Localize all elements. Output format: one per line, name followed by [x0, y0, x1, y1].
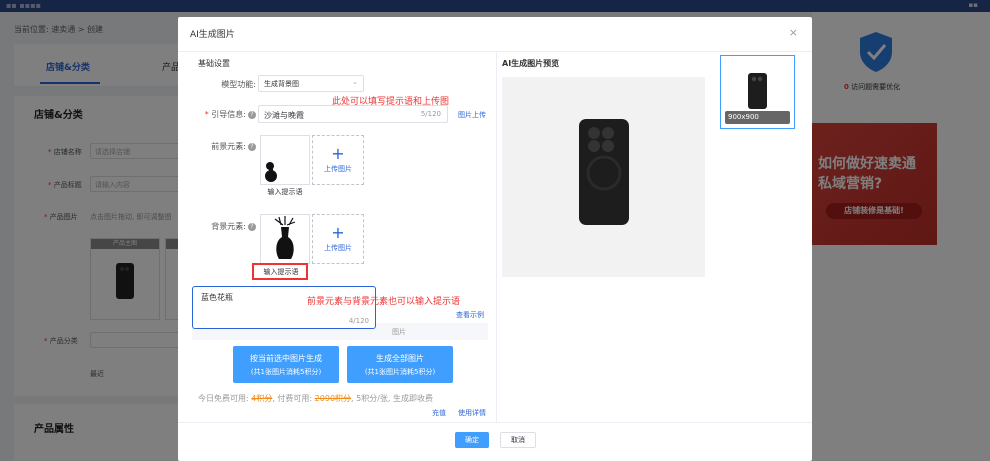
help-icon: ?	[248, 110, 256, 119]
prompt-strip-text: 图片	[392, 328, 406, 336]
guide-char-count: 5/120	[420, 110, 441, 118]
foreground-prompt-link[interactable]: 输入提示语	[260, 187, 310, 197]
prompt-char-count: 4/120	[348, 317, 369, 325]
prompt-textarea[interactable]: 蓝色花瓶 4/120	[192, 286, 376, 329]
preview-area	[502, 77, 705, 277]
background-element-image[interactable]	[260, 214, 310, 264]
chevron-down-icon: ⌄	[352, 78, 358, 86]
dog-figure-image	[265, 162, 277, 182]
help-icon: ?	[248, 142, 256, 151]
model-function-select[interactable]: 生成背景图 ⌄	[258, 75, 364, 92]
header-divider	[178, 51, 812, 52]
footer-divider	[178, 422, 812, 423]
prompt-textarea-value: 蓝色花瓶	[201, 293, 233, 302]
background-upload-label: 上传图片	[324, 244, 352, 252]
view-example-link[interactable]: 查看示例	[456, 310, 484, 320]
help-icon: ?	[248, 222, 256, 231]
guide-input[interactable]: 沙滩与晚霞 5/120	[258, 105, 448, 123]
usage-details-link[interactable]: 使用详情	[458, 408, 486, 418]
modal-title: AI生成图片	[190, 30, 235, 40]
foreground-label: 前景元素:?	[192, 141, 256, 152]
guide-label: * 引导信息:?	[192, 109, 256, 120]
thumbnail-size-badge: 900x900	[725, 111, 790, 124]
model-function-value: 生成背景图	[264, 80, 299, 88]
plus-icon: +	[331, 144, 345, 163]
preview-title: AI生成图片预览	[502, 59, 560, 68]
vase-image	[274, 216, 296, 259]
quota-info: 今日免费可用: 4积分, 付费可用: 2090积分, 5积分/张, 生成即收费	[198, 394, 433, 403]
background-upload-button[interactable]: + 上传图片	[312, 214, 364, 264]
close-icon[interactable]: ×	[789, 26, 798, 39]
background-element-label: 背景元素:?	[192, 221, 256, 232]
basic-settings-title: 基础设置	[198, 59, 230, 68]
foreground-image[interactable]	[260, 135, 310, 185]
generate-all-button[interactable]: 生成全部图片 (共1张图片消耗5积分)	[347, 346, 453, 383]
foreground-upload-button[interactable]: + 上传图片	[312, 135, 364, 185]
generated-thumbnail[interactable]: 900x900	[720, 55, 795, 129]
model-function-label: 模型功能:	[221, 80, 256, 89]
column-divider	[496, 52, 497, 422]
phone-thumbnail	[748, 73, 767, 109]
image-upload-link[interactable]: 图片上传	[458, 110, 486, 120]
ai-image-modal: AI生成图片 × 基础设置 模型功能: 生成背景图 ⌄ * 引导信息:? 沙滩与…	[178, 17, 812, 461]
plus-icon: +	[331, 223, 345, 242]
phone-case-preview	[579, 119, 629, 225]
annotation-bottom: 前景元素与背景元素也可以输入提示语	[307, 297, 461, 307]
background-prompt-link[interactable]: 输入提示语	[256, 267, 306, 277]
generate-selected-button[interactable]: 按当前选中图片生成 (共1张图片消耗5积分)	[233, 346, 339, 383]
annotation-top: 此处可以填写提示语和上传图	[332, 97, 450, 107]
recharge-link[interactable]: 充值	[432, 408, 446, 418]
confirm-button[interactable]: 确定	[455, 432, 489, 448]
guide-input-value: 沙滩与晚霞	[264, 111, 304, 120]
foreground-upload-label: 上传图片	[324, 165, 352, 173]
cancel-button[interactable]: 取消	[500, 432, 536, 448]
